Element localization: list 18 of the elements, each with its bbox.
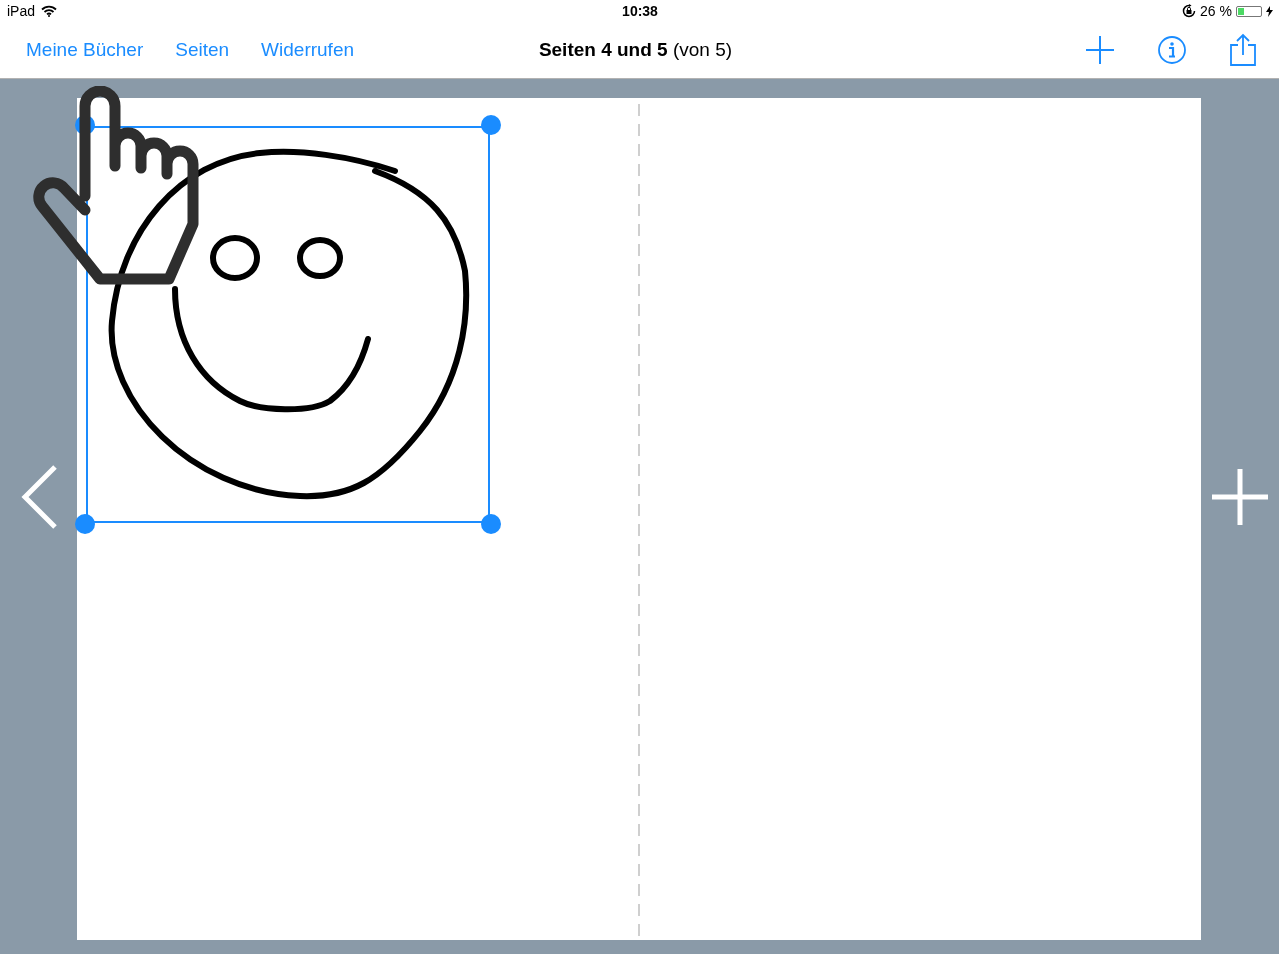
nav-button[interactable]: Seiten (163, 35, 242, 65)
add-icon[interactable] (1085, 35, 1115, 65)
device-name: iPad (7, 3, 36, 19)
battery-percent: 26 % (1200, 3, 1232, 19)
resize-handle[interactable] (75, 514, 95, 534)
rotation-lock-icon (1182, 4, 1197, 18)
nav-button[interactable]: Meine Bücher (14, 35, 156, 65)
page-title: Seiten 4 und 5 (von 5) (538, 39, 733, 61)
wifi-icon (41, 5, 58, 17)
resize-handle[interactable] (481, 514, 501, 534)
resize-handle[interactable] (481, 115, 501, 135)
add-page-icon[interactable] (1209, 466, 1270, 527)
share-icon[interactable] (1229, 33, 1257, 67)
battery-icon (1236, 5, 1262, 17)
nav-button[interactable]: Widerrufen (249, 35, 367, 65)
info-icon[interactable] (1157, 35, 1187, 65)
selection-frame[interactable] (86, 126, 490, 523)
clock: 10:38 (622, 3, 658, 19)
